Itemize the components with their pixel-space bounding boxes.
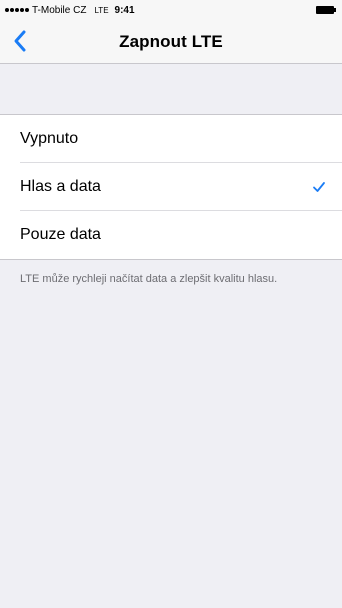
status-bar: T-Mobile CZ LTE 9:41 — [0, 0, 342, 20]
option-data-only[interactable]: Pouze data — [0, 211, 342, 259]
lte-footer-note: LTE může rychleji načítat data a zlepšit… — [20, 273, 278, 285]
option-label: Vypnuto — [20, 130, 79, 147]
page-title: Zapnout LTE — [119, 32, 223, 51]
signal-dot — [20, 8, 24, 12]
checkmark-icon — [313, 182, 325, 192]
option-label: Pouze data — [20, 226, 101, 243]
signal-dot — [15, 8, 19, 12]
option-label: Hlas a data — [20, 178, 101, 195]
option-voice-and-data[interactable]: Hlas a data — [0, 163, 342, 211]
lte-options-list: Vypnuto Hlas a data Pouze data — [0, 114, 342, 260]
battery-icon — [316, 6, 336, 14]
signal-dot — [5, 8, 9, 12]
signal-strength-icon — [5, 8, 29, 12]
signal-dot — [25, 8, 29, 12]
status-time: 9:41 — [114, 4, 135, 16]
option-off[interactable]: Vypnuto — [0, 115, 342, 163]
network-type: LTE — [94, 5, 109, 15]
navigation-bar: Zapnout LTE — [0, 20, 342, 64]
signal-dot — [10, 8, 14, 12]
carrier-name: T-Mobile CZ — [32, 4, 87, 16]
